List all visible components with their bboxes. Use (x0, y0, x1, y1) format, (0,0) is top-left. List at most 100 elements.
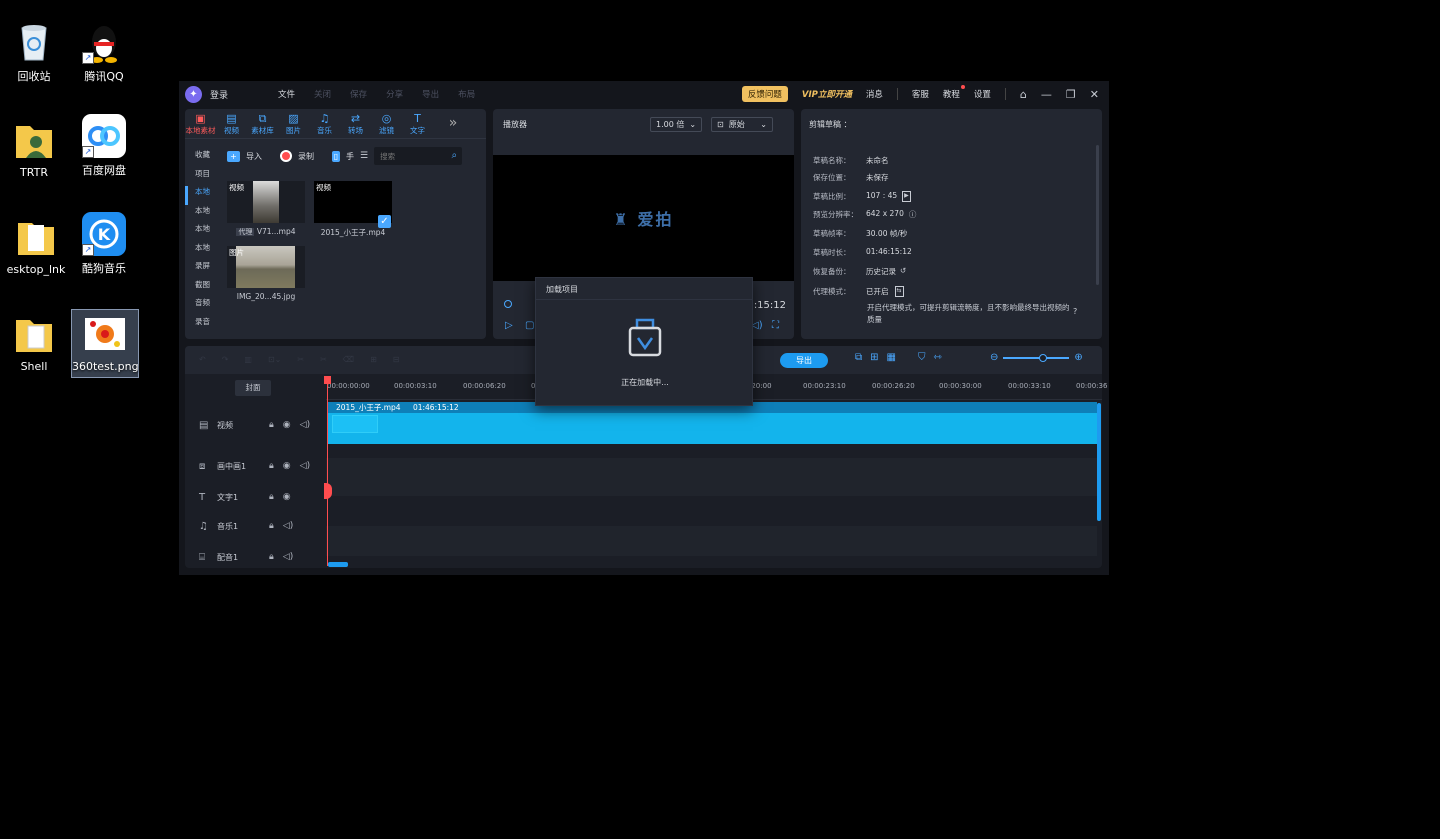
zoom-in-icon[interactable]: ⊕ (1074, 352, 1082, 363)
category-local[interactable]: 本地 (185, 223, 215, 242)
lock-icon[interactable]: 🔒︎ (269, 461, 274, 471)
menu-export[interactable]: 导出 (422, 88, 439, 100)
lock-icon[interactable]: 🔒︎ (269, 521, 274, 531)
tab-local-media[interactable]: ▣ 本地素材 (185, 109, 216, 138)
category-audio[interactable]: 音频 (185, 297, 215, 316)
history-link[interactable]: 历史记录 (866, 266, 896, 277)
speaker-icon[interactable]: ◁) (300, 461, 310, 471)
tab-transition[interactable]: ⇄ 转场 (340, 109, 371, 138)
grid-view-icon[interactable]: ▦ (887, 352, 896, 363)
tool-icon[interactable]: ⌫ (343, 355, 354, 364)
import-button[interactable]: + 导入 (227, 150, 262, 162)
proxy-toggle-icon[interactable]: ⇆ (894, 286, 904, 297)
close-icon[interactable]: ✕ (1090, 88, 1099, 101)
history-icon[interactable]: ↺ (900, 266, 906, 277)
minimize-icon[interactable]: — (1041, 88, 1052, 101)
menu-share[interactable]: 分享 (386, 88, 403, 100)
record-button[interactable]: 录制 (280, 150, 314, 162)
menu-close[interactable]: 关闭 (314, 88, 331, 100)
video-preview[interactable]: ♜ 爱拍 (493, 155, 794, 281)
delete-icon[interactable]: ▥ (244, 355, 252, 364)
more-tabs-icon[interactable]: » (439, 109, 467, 138)
horizontal-scrollbar[interactable] (328, 562, 348, 567)
tab-image[interactable]: ▨ 图片 (278, 109, 309, 138)
vertical-scrollbar[interactable] (1097, 403, 1101, 521)
media-clip[interactable]: 视频 代理 V71...mp4 (227, 181, 305, 237)
help-icon[interactable]: ⓘ (909, 209, 917, 220)
tab-material-library[interactable]: ⧉ 素材库 (247, 109, 278, 138)
app-logo-icon[interactable]: ✦ (185, 85, 202, 103)
cover-button[interactable]: 封面 (235, 380, 271, 396)
zoom-slider[interactable] (1003, 353, 1070, 362)
support-link[interactable]: 客服 (912, 88, 929, 100)
feedback-button[interactable]: 反馈问题 (741, 86, 788, 102)
home-icon[interactable]: ⌂ (1020, 88, 1027, 101)
eye-icon[interactable]: ◉ (283, 461, 291, 471)
media-clip[interactable]: 图片 IMG_20...45.jpg (227, 246, 305, 301)
media-clip[interactable]: 视频 ✓ 2015_小王子.mp4 (314, 181, 392, 238)
desktop-icon-shell[interactable]: Shell (1, 312, 67, 373)
category-local[interactable]: 本地 (185, 186, 215, 205)
restore-icon[interactable]: ❐ (1066, 88, 1076, 101)
lock-icon[interactable]: 🔒︎ (269, 492, 274, 502)
vip-button[interactable]: VIP立即开通 (802, 88, 852, 100)
category-local[interactable]: 本地 (185, 242, 215, 261)
speed-dropdown[interactable]: 1.00 倍 ⌄ (650, 117, 703, 132)
desktop-icon-baidu-netdisk[interactable]: ↗ 百度网盘 (71, 114, 137, 178)
split-icon[interactable]: ✂ (297, 355, 304, 364)
export-button[interactable]: 导出 (780, 353, 828, 368)
menu-layout[interactable]: 布局 (458, 88, 475, 100)
tool-icon[interactable]: ⊟ (393, 355, 400, 364)
tab-music[interactable]: ♫ 音乐 (309, 109, 340, 138)
menu-save[interactable]: 保存 (350, 88, 367, 100)
fit-view-icon[interactable]: ⧉ (855, 352, 862, 363)
desktop-icon-recycle-bin[interactable]: 回收站 (1, 20, 67, 84)
search-input[interactable] (374, 147, 445, 165)
stop-icon[interactable]: ▢ (525, 320, 534, 331)
speaker-icon[interactable]: ◁) (300, 420, 310, 430)
desktop-icon-360test[interactable]: 360test.png (71, 309, 139, 378)
playhead[interactable] (327, 378, 328, 566)
category-project[interactable]: 项目 (185, 168, 215, 187)
prop-value[interactable]: 未命名 (866, 155, 889, 166)
checkmark-icon[interactable]: ✓ (378, 215, 391, 228)
tutorial-link[interactable]: 教程 (943, 88, 960, 100)
progress-knob[interactable] (504, 300, 512, 308)
fullscreen-icon[interactable]: ⛶ (772, 320, 779, 331)
desktop-icon-trtr[interactable]: TRTR (1, 118, 67, 179)
desktop-icon-kugou-music[interactable]: K ↗ 酷狗音乐 (71, 212, 137, 276)
ratio-dropdown[interactable]: ⊡ 原始 ⌄ (711, 117, 773, 132)
zoom-knob[interactable] (1039, 353, 1048, 362)
desktop-icon-desktop-lnk[interactable]: esktop_lnk (3, 215, 69, 276)
category-screenshot[interactable]: 截图 (185, 279, 215, 298)
category-voice[interactable]: 录音 (185, 316, 215, 335)
login-link[interactable]: 登录 (210, 88, 228, 101)
split-view-icon[interactable]: ⊞ (870, 352, 878, 363)
desktop-icon-qq[interactable]: ↗ 腾讯QQ (71, 20, 137, 84)
sort-icon[interactable]: ☰ (360, 151, 368, 161)
play-icon[interactable]: ▷ (505, 320, 513, 331)
tool-icon[interactable]: ⊞ (370, 355, 377, 364)
tab-text[interactable]: T 文字 (402, 109, 433, 138)
lock-icon[interactable]: 🔒︎ (269, 420, 274, 430)
menu-file[interactable]: 文件 (278, 88, 295, 100)
search-box[interactable]: ⌕ (374, 147, 463, 165)
scrollbar[interactable] (1096, 145, 1099, 285)
eye-icon[interactable]: ◉ (283, 420, 291, 430)
ratio-play-icon[interactable]: ▶ (902, 191, 911, 202)
messages-link[interactable]: 消息 (866, 88, 883, 100)
search-icon[interactable]: ⌕ (451, 150, 457, 161)
tab-video[interactable]: ▤ 视频 (216, 109, 247, 138)
help-icon[interactable]: ? (1073, 307, 1077, 316)
zoom-out-icon[interactable]: ⊖ (990, 352, 998, 363)
playhead-marker[interactable] (324, 483, 332, 499)
speaker-icon[interactable]: ◁) (283, 521, 293, 531)
crop-icon[interactable]: ⊡⌄ (268, 355, 281, 364)
expand-icon[interactable]: ⇿ (933, 352, 941, 363)
category-screen-record[interactable]: 录屏 (185, 260, 215, 279)
eye-icon[interactable]: ◉ (283, 492, 291, 502)
undo-icon[interactable]: ↶ (199, 355, 206, 364)
tool-icon[interactable]: ✂ (320, 355, 327, 364)
settings-link[interactable]: 设置 (974, 88, 991, 100)
video-clip[interactable]: 2015_小王子.mp4 01:46:15:12 (328, 402, 1097, 444)
